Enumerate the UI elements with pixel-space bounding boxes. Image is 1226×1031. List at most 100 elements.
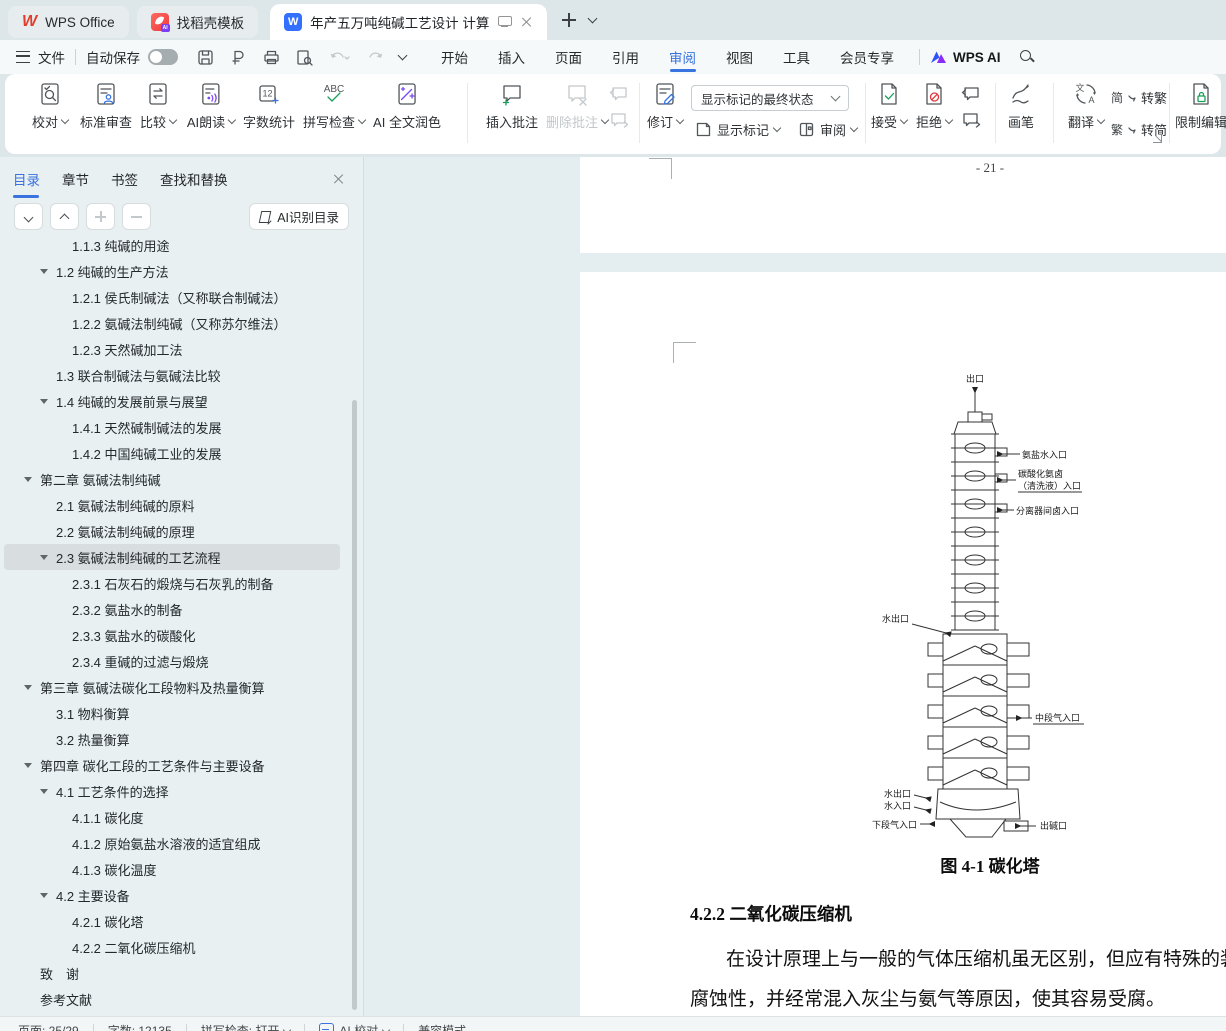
toc-item[interactable]: 参考文献 — [4, 986, 340, 1012]
tab-document[interactable]: W 年产五万吨纯碱工艺设计 计算 — [270, 4, 547, 40]
tab-template[interactable]: AI 找稻壳模板 — [137, 6, 259, 38]
previous-comment-icon[interactable] — [609, 85, 629, 103]
toc-item[interactable]: 1.4.1 天然碱制碱法的发展 — [4, 414, 340, 440]
toc-item[interactable]: 2.3.1 石灰石的煅烧与石灰乳的制备 — [4, 570, 340, 596]
toc-item[interactable]: 1.2.3 天然碱加工法 — [4, 336, 340, 362]
toc-item[interactable]: 2.3.4 重碱的过滤与煅烧 — [4, 648, 340, 674]
toc-item[interactable]: 1.2.2 氨碱法制纯碱（又称苏尔维法） — [4, 310, 340, 336]
print-preview-icon[interactable] — [295, 48, 314, 67]
toc-item[interactable]: 2.1 氨碱法制纯碱的原料 — [4, 492, 340, 518]
sidebar-tab-find-replace[interactable]: 查找和替换 — [160, 169, 228, 198]
collapse-arrow-icon[interactable] — [40, 399, 56, 404]
menu-membership[interactable]: 会员专享 — [825, 40, 909, 74]
next-heading-button[interactable] — [14, 203, 43, 230]
ai-read-aloud-button[interactable]: AI朗读 — [187, 81, 235, 131]
collapse-arrow-icon[interactable] — [40, 789, 56, 794]
print-icon[interactable] — [262, 48, 281, 67]
document-page-21[interactable]: - 21 - — [580, 157, 1226, 253]
tab-wps-office[interactable]: W WPS Office — [8, 6, 129, 38]
proofread-button[interactable]: 校对 — [32, 81, 68, 131]
toc-item[interactable]: 第二章 氨碱法制纯碱 — [4, 466, 340, 492]
toc-item[interactable]: 1.4.2 中国纯碱工业的发展 — [4, 440, 340, 466]
accept-button[interactable]: 接受 — [871, 81, 907, 131]
menu-review[interactable]: 审阅 — [654, 40, 711, 74]
restrict-editing-button[interactable]: 限制编辑 — [1175, 81, 1226, 131]
reject-button[interactable]: 拒绝 — [916, 81, 952, 131]
standard-review-button[interactable]: 标准审查 — [80, 81, 132, 131]
toc-item[interactable]: 4.1 工艺条件的选择 — [4, 778, 340, 804]
save-icon[interactable] — [196, 48, 215, 67]
toc-item[interactable]: 2.3.2 氨盐水的制备 — [4, 596, 340, 622]
compare-button[interactable]: 比较 — [140, 81, 176, 131]
wps-ai-button[interactable]: WPS AI — [930, 50, 1001, 65]
toc-item[interactable]: 3.2 热量衡算 — [4, 726, 340, 752]
to-traditional-button[interactable]: 简 转繁 — [1111, 88, 1167, 107]
menu-tools[interactable]: 工具 — [768, 40, 825, 74]
document-area[interactable]: - 21 - — [365, 157, 1226, 1031]
close-tab-icon[interactable] — [521, 16, 533, 28]
toc-item[interactable]: 第四章 碳化工段的工艺条件与主要设备 — [4, 752, 340, 778]
word-count-button[interactable]: 12 字数统计 — [243, 81, 295, 131]
ai-polish-button[interactable]: AI 全文润色 — [373, 81, 441, 131]
sidebar-tab-chapters[interactable]: 章节 — [62, 169, 89, 198]
previous-heading-button[interactable] — [50, 203, 79, 230]
show-markup-button[interactable]: 显示标记 — [695, 120, 780, 139]
ai-proofread-status[interactable]: AI 校对 — [319, 1022, 389, 1031]
spell-check-button[interactable]: ABC 拼写检查 — [303, 81, 365, 131]
insert-comment-button[interactable]: 插入批注 — [486, 81, 538, 131]
redo-icon[interactable] — [366, 48, 385, 67]
collapse-arrow-icon[interactable] — [40, 555, 56, 560]
toc-item[interactable]: 致 谢 — [4, 960, 340, 986]
toc-item[interactable]: 第三章 氨碱法碳化工段物料及热量衡算 — [4, 674, 340, 700]
export-pdf-icon[interactable] — [229, 48, 248, 67]
track-changes-button[interactable]: 修订 — [647, 81, 683, 131]
review-pane-button[interactable]: 审阅 — [798, 120, 857, 139]
toc-item[interactable]: 4.2 主要设备 — [4, 882, 340, 908]
toc-item[interactable]: 1.4 纯碱的发展前景与展望 — [4, 388, 340, 414]
toc-item[interactable]: 2.2 氨碱法制纯碱的原理 — [4, 518, 340, 544]
separate-window-icon[interactable] — [497, 16, 513, 29]
toc-item[interactable]: 2.3 氨碱法制纯碱的工艺流程 — [4, 544, 340, 570]
spell-check-status[interactable]: 拼写检查: 打开 — [201, 1022, 291, 1031]
next-comment-icon[interactable] — [609, 111, 629, 129]
close-sidebar-icon[interactable] — [333, 173, 345, 185]
previous-change-icon[interactable] — [961, 85, 981, 103]
sidebar-scrollbar[interactable] — [352, 400, 357, 1010]
toc-item[interactable]: 4.1.1 碳化度 — [4, 804, 340, 830]
undo-icon[interactable] — [328, 48, 352, 67]
markup-state-dropdown[interactable]: 显示标记的最终状态 — [691, 85, 849, 111]
search-icon[interactable] — [1019, 49, 1035, 65]
toc-item[interactable]: 4.1.2 原始氨盐水溶液的适宜组成 — [4, 830, 340, 856]
brush-button[interactable]: 画笔 — [1008, 81, 1034, 131]
autosave-toggle[interactable] — [148, 49, 178, 65]
toc-item[interactable]: 4.1.3 碳化温度 — [4, 856, 340, 882]
collapse-arrow-icon[interactable] — [24, 477, 40, 482]
collapse-arrow-icon[interactable] — [24, 763, 40, 768]
toc-item[interactable]: 1.2.1 侯氏制碱法（又称联合制碱法） — [4, 284, 340, 310]
menu-reference[interactable]: 引用 — [597, 40, 654, 74]
group-expander-icon[interactable] — [1153, 134, 1162, 143]
expand-all-button[interactable] — [86, 203, 115, 230]
tab-list-chevron-icon[interactable] — [588, 14, 598, 24]
new-tab-button[interactable] — [561, 12, 577, 28]
file-menu[interactable]: 文件 — [38, 47, 65, 67]
toc-item[interactable]: 2.3.3 氨盐水的碳酸化 — [4, 622, 340, 648]
toc-item[interactable]: 4.2.2 二氧化碳压缩机 — [4, 934, 340, 960]
document-page-22[interactable]: 出口 氨盐水入口 碳酸化氨卤 （清洗液）入口 分离器间卤入口 水出口 中段气入口… — [580, 272, 1226, 1031]
menu-start[interactable]: 开始 — [426, 40, 483, 74]
menu-page[interactable]: 页面 — [540, 40, 597, 74]
collapse-all-button[interactable] — [122, 203, 151, 230]
hamburger-icon[interactable] — [16, 51, 30, 63]
collapse-arrow-icon[interactable] — [40, 893, 56, 898]
delete-comment-button[interactable]: 删除批注 — [546, 81, 608, 131]
collapse-arrow-icon[interactable] — [24, 685, 40, 690]
menu-view[interactable]: 视图 — [711, 40, 768, 74]
toc-item[interactable]: 1.3 联合制碱法与氨碱法比较 — [4, 362, 340, 388]
sidebar-tab-toc[interactable]: 目录 — [13, 169, 40, 198]
menu-insert[interactable]: 插入 — [483, 40, 540, 74]
toc-item[interactable]: 3.1 物料衡算 — [4, 700, 340, 726]
collapse-arrow-icon[interactable] — [40, 269, 56, 274]
next-change-icon[interactable] — [961, 111, 981, 129]
sidebar-tab-bookmarks[interactable]: 书签 — [111, 169, 138, 198]
toc-item[interactable]: 1.1.3 纯碱的用途 — [4, 240, 340, 258]
